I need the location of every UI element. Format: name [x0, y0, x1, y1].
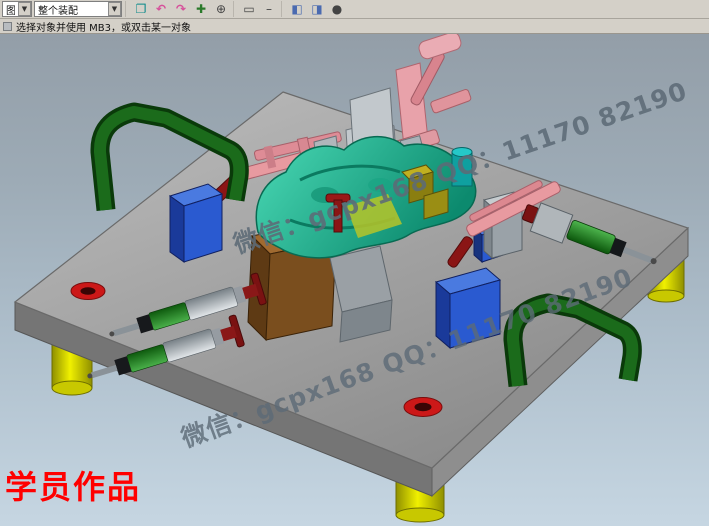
prompt-icon — [3, 22, 12, 31]
grommet-left[interactable] — [71, 283, 105, 300]
cube-view2-icon[interactable]: ◨ — [308, 1, 326, 18]
graphics-viewport[interactable]: 微信：gcpx168 QQ：11170 82190 微信：gcpx168 QQ：… — [0, 34, 709, 526]
sphere-view-icon[interactable]: ● — [328, 1, 346, 18]
toolbar-separator — [125, 1, 129, 17]
toolbar: 图 ▼ 整个装配 ▼ ❐ ↶ ↷ ✚ ⊕ ▭ – ◧ ◨ ● — [0, 0, 709, 19]
rect-select-icon[interactable]: ▭ — [240, 1, 258, 18]
paste-icon[interactable]: ❐ — [132, 1, 150, 18]
cad-window: 图 ▼ 整个装配 ▼ ❐ ↶ ↷ ✚ ⊕ ▭ – ◧ ◨ ● 选择对象并使用 M… — [0, 0, 709, 526]
caption-text: 学员作品 — [5, 462, 141, 508]
selection-scope-value: 整个装配 — [38, 2, 105, 17]
toolbar-separator — [233, 1, 237, 17]
redo-icon[interactable]: ↷ — [172, 1, 190, 18]
undo-icon[interactable]: ↶ — [152, 1, 170, 18]
selection-filter-combo[interactable]: 图 ▼ — [2, 1, 32, 17]
zoom-icon[interactable]: ⊕ — [212, 1, 230, 18]
dash-icon[interactable]: – — [260, 1, 278, 18]
prompt-text: 选择对象并使用 MB3，或双击某一对象 — [16, 19, 191, 34]
prompt-bar: 选择对象并使用 MB3，或双击某一对象 — [0, 19, 709, 34]
selection-filter-value: 图 — [6, 2, 15, 17]
grommet-front[interactable] — [404, 398, 442, 417]
chevron-down-icon[interactable]: ▼ — [108, 2, 121, 16]
cube-view-icon[interactable]: ◧ — [288, 1, 306, 18]
chevron-down-icon[interactable]: ▼ — [18, 2, 31, 16]
selection-scope-combo[interactable]: 整个装配 ▼ — [34, 1, 122, 17]
move-icon[interactable]: ✚ — [192, 1, 210, 18]
blue-block-left[interactable] — [170, 184, 222, 262]
toolbar-separator — [281, 1, 285, 17]
